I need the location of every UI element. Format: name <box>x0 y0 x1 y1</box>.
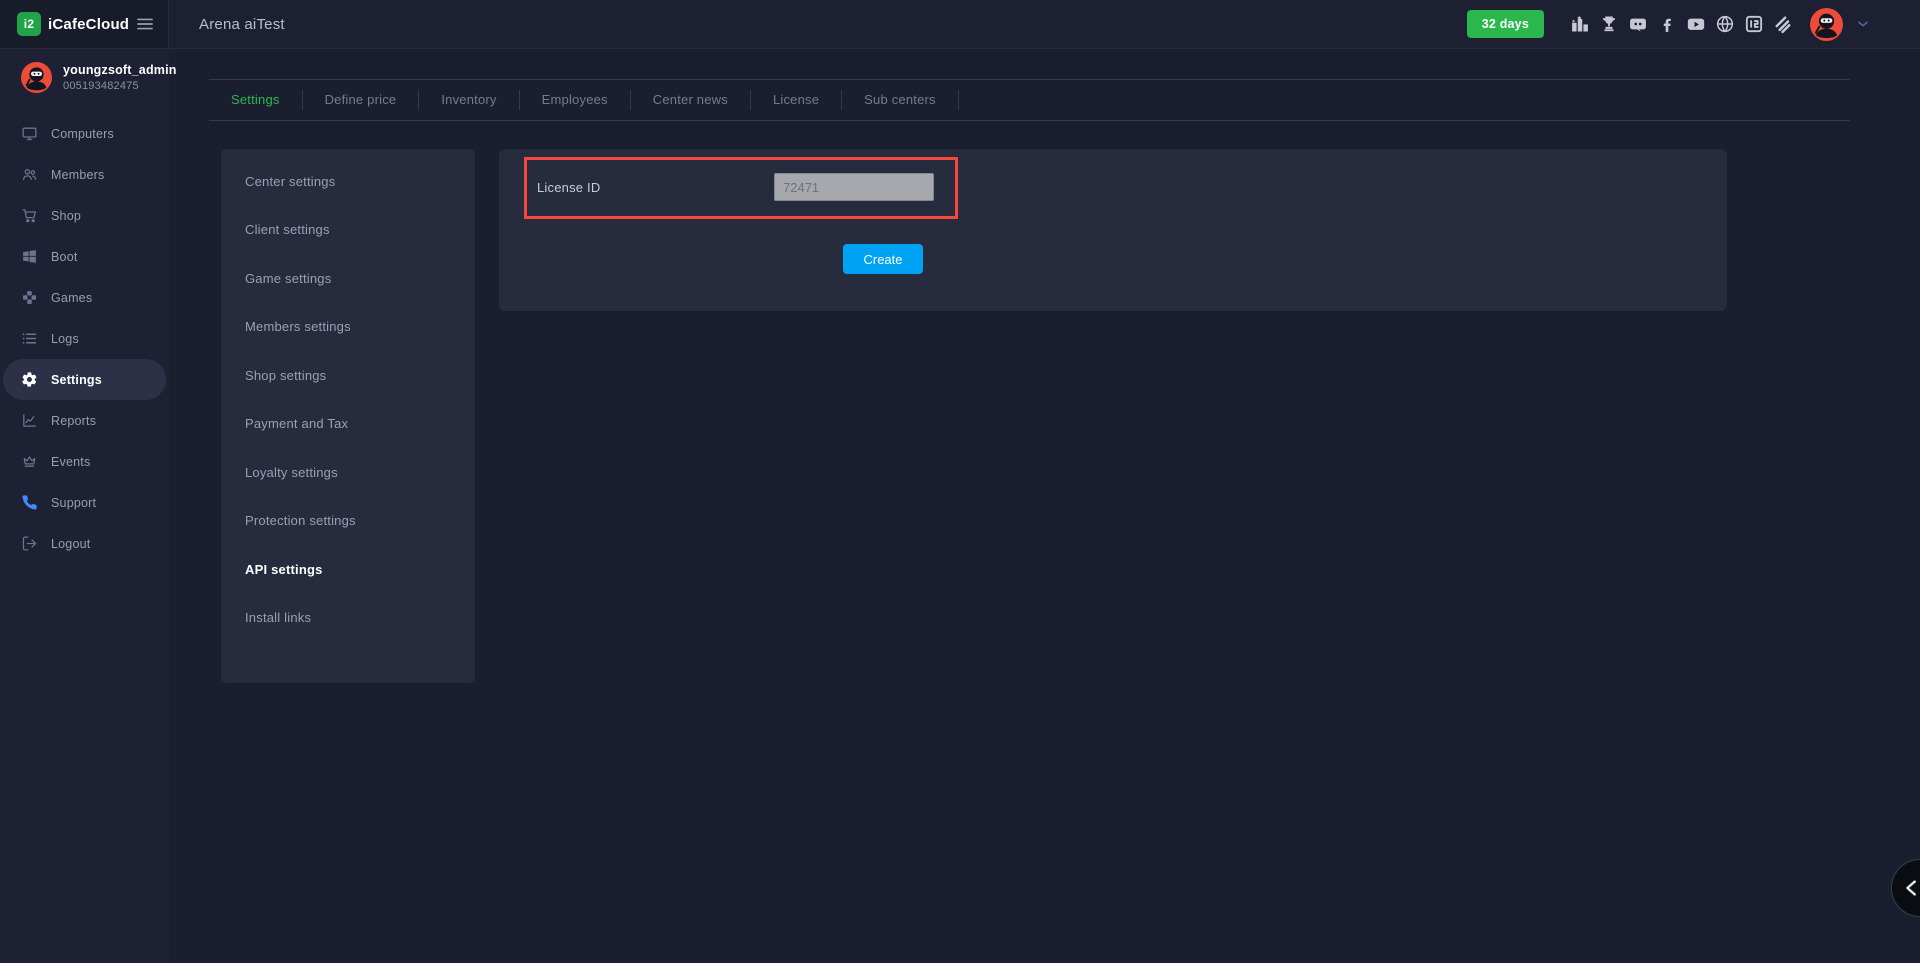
tab-sub-centers[interactable]: Sub centers <box>842 90 959 110</box>
brand-name: iCafeCloud <box>48 16 129 33</box>
topbar-icon-row <box>1569 13 1794 35</box>
shop-icon <box>21 207 38 224</box>
sidebar-item-label: Logout <box>51 537 90 551</box>
sidebar-item-computers[interactable]: Computers <box>0 113 169 154</box>
reports-icon <box>21 412 38 429</box>
license-id-label: License ID <box>537 180 600 195</box>
user-block[interactable]: youngzsoft_admin 005193482475 <box>0 49 169 105</box>
tab-employees[interactable]: Employees <box>520 90 631 110</box>
license-id-input[interactable] <box>774 173 934 201</box>
sidebar-item-shop[interactable]: Shop <box>0 195 169 236</box>
user-id: 005193482475 <box>63 80 177 92</box>
settings-nav-payment-and-tax[interactable]: Payment and Tax <box>221 400 475 449</box>
settings-icon <box>21 371 38 388</box>
boot-icon <box>21 248 38 265</box>
tab-define-price[interactable]: Define price <box>303 90 420 110</box>
ranking-icon[interactable] <box>1569 13 1591 35</box>
members-icon <box>21 166 38 183</box>
sidebar-item-events[interactable]: Events <box>0 441 169 482</box>
sidebar-item-support[interactable]: Support <box>0 482 169 523</box>
icafecloud-icon[interactable] <box>1743 13 1765 35</box>
chevron-left-icon <box>1901 877 1920 899</box>
tab-center-news[interactable]: Center news <box>631 90 751 110</box>
tab-settings[interactable]: Settings <box>209 90 303 110</box>
sidebar-item-label: Settings <box>51 373 102 387</box>
settings-nav-install-links[interactable]: Install links <box>221 594 475 643</box>
tab-license[interactable]: License <box>751 90 842 110</box>
settings-nav-protection-settings[interactable]: Protection settings <box>221 497 475 546</box>
icafecloud-logo-icon: i2 <box>17 12 41 36</box>
panel-toggle-button[interactable] <box>1891 859 1920 917</box>
computers-icon <box>21 125 38 142</box>
sidebar-menu: Computers Members Shop Boot Games Logs Setting… <box>0 113 169 564</box>
tab-row: SettingsDefine priceInventoryEmployeesCe… <box>209 79 1850 121</box>
logout-icon <box>21 535 38 552</box>
sidebar-item-label: Reports <box>51 414 96 428</box>
settings-nav-members-settings[interactable]: Members settings <box>221 303 475 352</box>
layers-icon[interactable] <box>1772 13 1794 35</box>
topbar-actions: 32 days <box>1467 8 1920 41</box>
days-remaining-badge[interactable]: 32 days <box>1467 10 1544 38</box>
support-icon <box>21 494 38 511</box>
settings-nav-panel: Center settingsClient settingsGame setti… <box>221 149 475 683</box>
sidebar-item-games[interactable]: Games <box>0 277 169 318</box>
trophy-icon[interactable] <box>1598 13 1620 35</box>
settings-nav-api-settings[interactable]: API settings <box>221 545 475 594</box>
settings-nav-game-settings[interactable]: Game settings <box>221 254 475 303</box>
sidebar-item-members[interactable]: Members <box>0 154 169 195</box>
sidebar-item-label: Events <box>51 455 90 469</box>
sidebar-item-label: Members <box>51 168 105 182</box>
create-button[interactable]: Create <box>843 244 923 274</box>
chevron-down-icon[interactable] <box>1856 17 1870 31</box>
settings-nav-client-settings[interactable]: Client settings <box>221 206 475 255</box>
sidebar-item-logs[interactable]: Logs <box>0 318 169 359</box>
settings-nav-loyalty-settings[interactable]: Loyalty settings <box>221 448 475 497</box>
hamburger-icon[interactable] <box>135 14 155 34</box>
sidebar-item-settings[interactable]: Settings <box>3 359 166 400</box>
sidebar-item-reports[interactable]: Reports <box>0 400 169 441</box>
top-bar: i2 iCafeCloud Arena aiTest 32 days <box>0 0 1920 49</box>
api-settings-panel: License ID Create <box>499 149 1727 311</box>
games-icon <box>21 289 38 306</box>
sidebar: youngzsoft_admin 005193482475 Computers M… <box>0 49 169 963</box>
user-name: youngzsoft_admin <box>63 63 177 77</box>
sidebar-item-boot[interactable]: Boot <box>0 236 169 277</box>
sidebar-item-label: Shop <box>51 209 81 223</box>
avatar[interactable] <box>1810 8 1843 41</box>
settings-nav-shop-settings[interactable]: Shop settings <box>221 351 475 400</box>
logs-icon <box>21 330 38 347</box>
discord-icon[interactable] <box>1627 13 1649 35</box>
avatar <box>21 62 52 93</box>
sidebar-item-label: Support <box>51 496 96 510</box>
sidebar-item-label: Boot <box>51 250 78 264</box>
tab-inventory[interactable]: Inventory <box>419 90 519 110</box>
sidebar-item-logout[interactable]: Logout <box>0 523 169 564</box>
facebook-icon[interactable] <box>1656 13 1678 35</box>
sidebar-item-label: Logs <box>51 332 79 346</box>
sidebar-item-label: Computers <box>51 127 114 141</box>
sidebar-item-label: Games <box>51 291 92 305</box>
topbar-brand-section: i2 iCafeCloud <box>0 0 169 48</box>
settings-nav-center-settings[interactable]: Center settings <box>221 157 475 206</box>
events-icon <box>21 453 38 470</box>
page-title: Arena aiTest <box>199 16 285 33</box>
youtube-icon[interactable] <box>1685 13 1707 35</box>
globe-icon[interactable] <box>1714 13 1736 35</box>
brand[interactable]: i2 iCafeCloud <box>17 12 129 36</box>
